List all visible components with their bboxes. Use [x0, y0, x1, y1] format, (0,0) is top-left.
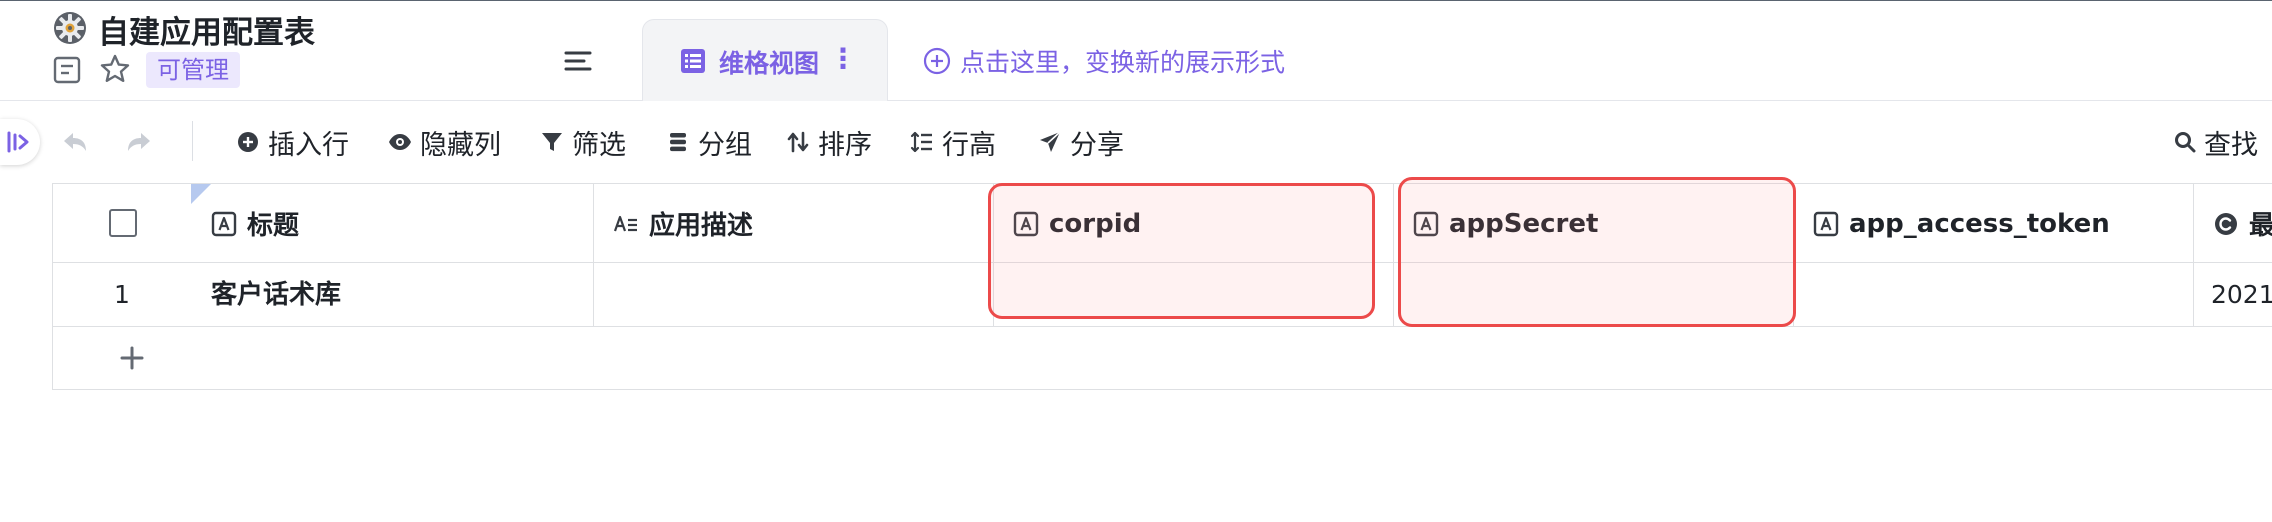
filter-button[interactable]: 筛选 [540, 123, 626, 161]
share-button[interactable]: 分享 [1038, 123, 1124, 161]
toolbar-divider [192, 121, 193, 161]
row-height-button[interactable]: 行高 [910, 123, 996, 161]
long-text-field-icon [613, 215, 637, 231]
sort-label: 排序 [818, 129, 872, 161]
plus-circle-icon [923, 47, 951, 75]
highlight-corpid-column [988, 183, 1375, 319]
send-icon [1040, 131, 1061, 152]
text-field-icon [1813, 211, 1839, 236]
filter-icon [542, 133, 562, 151]
undo-icon[interactable] [60, 129, 90, 157]
document-info-icon[interactable] [52, 55, 82, 85]
share-label: 分享 [1070, 129, 1124, 161]
time-cell[interactable]: 2021/ [2211, 263, 2272, 327]
permission-badge: 可管理 [146, 52, 240, 88]
row-corner-mark [191, 184, 211, 204]
column-label: 最 [2249, 205, 2272, 242]
column-header-description[interactable]: 应用描述 [613, 184, 753, 263]
group-label: 分组 [698, 129, 752, 161]
column-divider [2193, 184, 2194, 327]
clock-field-icon [2215, 212, 2237, 235]
header: 自建应用配置表 可管理 维格视图 ⋮ 点击这里，变换新的展示形式 [0, 1, 2272, 101]
toolbar: 插入行 隐藏列 筛选 分组 排序 行高 分享 查找 [0, 101, 2272, 183]
insert-row-label: 插入行 [268, 129, 349, 161]
grid-view-icon [681, 49, 705, 73]
sort-icon [787, 131, 809, 153]
text-field-icon [211, 211, 237, 236]
group-icon [670, 133, 686, 152]
title-cell[interactable]: 客户话术库 [211, 263, 341, 327]
page-title: 自建应用配置表 [98, 15, 315, 51]
hide-columns-label: 隐藏列 [420, 129, 501, 161]
more-vertical-icon[interactable]: ⋮ [829, 42, 857, 75]
row-height-label: 行高 [942, 129, 996, 161]
add-view-button[interactable]: 点击这里，变换新的展示形式 [922, 43, 1285, 79]
add-row-button[interactable] [53, 327, 2272, 391]
tab-label: 维格视图 [719, 49, 820, 78]
column-divider [593, 184, 594, 327]
add-view-label: 点击这里，变换新的展示形式 [960, 48, 1286, 77]
column-header-time[interactable]: 最 [2213, 184, 2272, 263]
group-button[interactable]: 分组 [666, 123, 752, 161]
search-label: 查找 [2204, 129, 2258, 161]
row-index: 1 [114, 280, 130, 309]
column-header-title[interactable]: 标题 [211, 184, 299, 263]
hide-columns-button[interactable]: 隐藏列 [388, 123, 501, 161]
redo-icon[interactable] [124, 129, 154, 157]
star-icon[interactable] [99, 53, 131, 85]
menu-icon[interactable] [560, 43, 596, 79]
page: 自建应用配置表 可管理 维格视图 ⋮ 点击这里，变换新的展示形式 插入行 隐藏列… [0, 0, 2272, 522]
highlight-appsecret-column [1398, 177, 1796, 327]
sidebar-toggle-button[interactable] [0, 119, 40, 165]
plus-circle-filled-icon [238, 132, 258, 152]
column-label: 应用描述 [649, 211, 754, 241]
gear-icon [54, 12, 86, 44]
row-height-icon [910, 131, 932, 153]
select-all-checkbox[interactable] [109, 209, 137, 237]
filter-label: 筛选 [572, 129, 626, 161]
insert-row-button[interactable]: 插入行 [236, 123, 349, 161]
sort-button[interactable]: 排序 [786, 123, 872, 161]
column-header-app-access-token[interactable]: app_access_token [1813, 184, 2110, 263]
column-label: app_access_token [1849, 208, 2110, 239]
search-button[interactable]: 查找 [2174, 123, 2258, 161]
plus-icon [120, 346, 144, 370]
eye-icon [389, 134, 411, 150]
search-icon [2175, 132, 2196, 153]
column-divider [1393, 184, 1394, 327]
tab-grid-view[interactable]: 维格视图 ⋮ [642, 19, 888, 101]
column-label: 标题 [247, 211, 300, 241]
expand-sidebar-icon [7, 131, 29, 153]
